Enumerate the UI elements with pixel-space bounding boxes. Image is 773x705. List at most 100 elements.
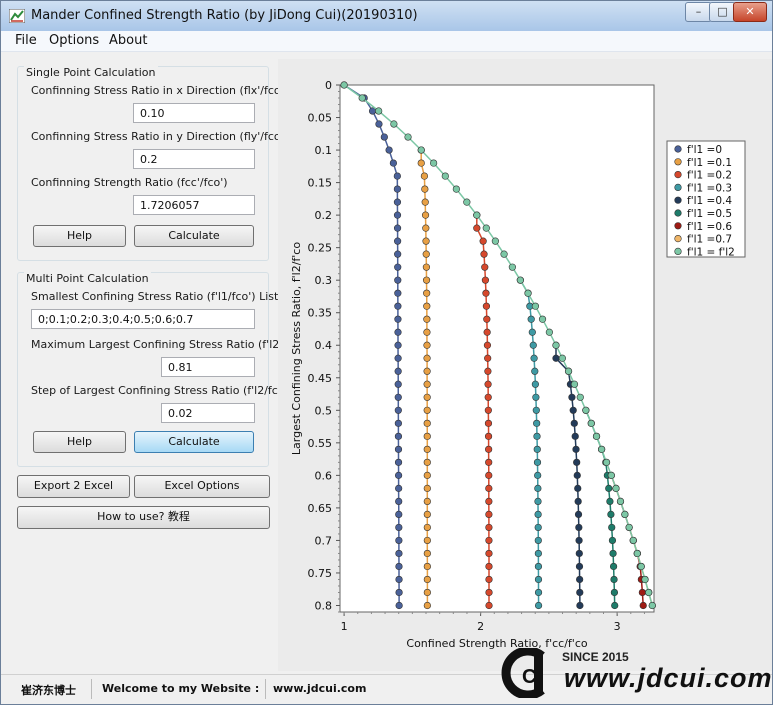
series-point — [395, 497, 403, 505]
series-point — [598, 445, 606, 453]
series-point — [576, 393, 584, 401]
excel-options-button[interactable]: Excel Options — [134, 475, 270, 498]
series-point — [534, 523, 542, 532]
l1-list-input[interactable]: 0;0.1;0.2;0.3;0.4;0.5;0.6;0.7 — [31, 309, 255, 329]
single-point-group: Single Point Calculation Confinning Stre… — [17, 66, 288, 261]
close-button[interactable]: ✕ — [733, 2, 767, 22]
series-point — [395, 523, 403, 532]
single-help-button[interactable]: Help — [33, 225, 126, 247]
multi-help-button[interactable]: Help — [33, 431, 126, 453]
status-website-link[interactable]: www.jdcui.com — [273, 682, 366, 695]
menu-bar: File Options About — [1, 31, 772, 52]
y-tick-label: 0.7 — [315, 534, 333, 547]
series-point — [423, 536, 431, 545]
export-excel-button[interactable]: Export 2 Excel — [17, 475, 130, 498]
multi-calculate-button[interactable]: Calculate — [134, 431, 254, 453]
series-point — [648, 601, 656, 610]
how-to-use-button[interactable]: How to use? 教程 — [17, 506, 270, 529]
series-point — [394, 237, 402, 245]
series-point — [592, 432, 601, 440]
series-point — [482, 224, 490, 232]
step-l2-label: Step of Largest Confining Stress Ratio (… — [31, 384, 292, 397]
flx-input[interactable]: 0.10 — [133, 103, 255, 123]
series-point — [545, 328, 553, 336]
series-point — [564, 367, 573, 375]
series-point — [485, 575, 493, 584]
series-point — [641, 575, 649, 584]
fcc-label: Confinning Strength Ratio (fcc'/fco') — [31, 176, 228, 189]
series-point — [576, 575, 584, 584]
series-point — [484, 380, 492, 388]
series-point — [484, 406, 492, 414]
x-tick-label: 1 — [341, 620, 348, 633]
series-point — [529, 341, 537, 349]
legend-label: f'l1 =0.1 — [687, 157, 732, 169]
x-tick-label: 3 — [614, 620, 621, 633]
series-point — [568, 393, 576, 401]
series-point — [534, 536, 542, 545]
max-l2-input[interactable]: 0.81 — [161, 357, 255, 377]
step-l2-input[interactable]: 0.02 — [161, 403, 255, 423]
series-point — [358, 94, 366, 102]
series-point — [633, 549, 641, 558]
menu-options[interactable]: Options — [49, 33, 99, 48]
series-point — [404, 133, 412, 141]
title-bar: Mander Confined Strength Ratio (by JiDon… — [1, 1, 772, 31]
series-point — [423, 588, 431, 597]
series-point — [485, 601, 493, 610]
series-point — [485, 536, 493, 545]
series-point — [393, 198, 402, 206]
series-point — [576, 601, 584, 610]
series-point — [423, 354, 431, 362]
series-point — [473, 224, 481, 232]
series-point — [393, 185, 401, 193]
series-point — [423, 549, 431, 558]
legend-marker — [674, 170, 682, 179]
series-point — [423, 510, 431, 519]
fly-input[interactable]: 0.2 — [133, 149, 255, 169]
fcc-output[interactable]: 1.7206057 — [133, 195, 255, 215]
series-point — [423, 367, 431, 375]
series-point — [482, 289, 490, 297]
multi-point-title: Multi Point Calculation — [24, 272, 151, 285]
series-point — [531, 380, 539, 388]
series-point — [481, 263, 489, 271]
series-point — [482, 302, 491, 310]
y-tick-label: 0.25 — [308, 242, 333, 255]
series-point — [393, 224, 402, 232]
series-point — [534, 484, 542, 492]
series-point — [394, 328, 402, 336]
series-point — [395, 562, 403, 571]
series-point — [484, 354, 492, 362]
menu-about[interactable]: About — [109, 33, 147, 48]
series-point — [395, 510, 403, 519]
single-calculate-button[interactable]: Calculate — [134, 225, 254, 247]
chart-area: 0 0.05 0.1 0.15 0.2 0.25 0.3 0.35 0.4 0.45 0.5 0.55… — [278, 59, 772, 671]
series-point — [609, 549, 617, 558]
logo-url: www.jdcui.com — [564, 663, 773, 693]
series-point — [575, 562, 584, 571]
fly-label: Confinning Stress Ratio in y Direction (… — [31, 130, 288, 143]
series-point — [534, 510, 542, 519]
y-tick-label: 0.5 — [315, 404, 333, 417]
series-point — [422, 237, 430, 245]
series-point — [480, 250, 488, 258]
series-point — [394, 354, 402, 362]
series-point — [423, 432, 431, 440]
x-tick-label: 2 — [477, 620, 484, 633]
multi-point-group: Multi Point Calculation Smallest Confini… — [17, 272, 307, 467]
y-tick-label: 0.55 — [308, 437, 333, 450]
series-point — [385, 146, 393, 154]
minimize-button[interactable]: – — [685, 2, 712, 22]
series-point — [394, 419, 402, 427]
series-point — [394, 393, 402, 401]
maximize-button[interactable]: □ — [709, 2, 736, 22]
series-point — [533, 445, 541, 453]
series-point — [423, 380, 431, 388]
series-point — [395, 484, 403, 492]
y-tick-label: 0.1 — [315, 144, 333, 157]
series-point — [607, 471, 615, 479]
menu-file[interactable]: File — [15, 33, 37, 48]
series-point — [570, 380, 579, 388]
legend-marker — [674, 222, 682, 230]
